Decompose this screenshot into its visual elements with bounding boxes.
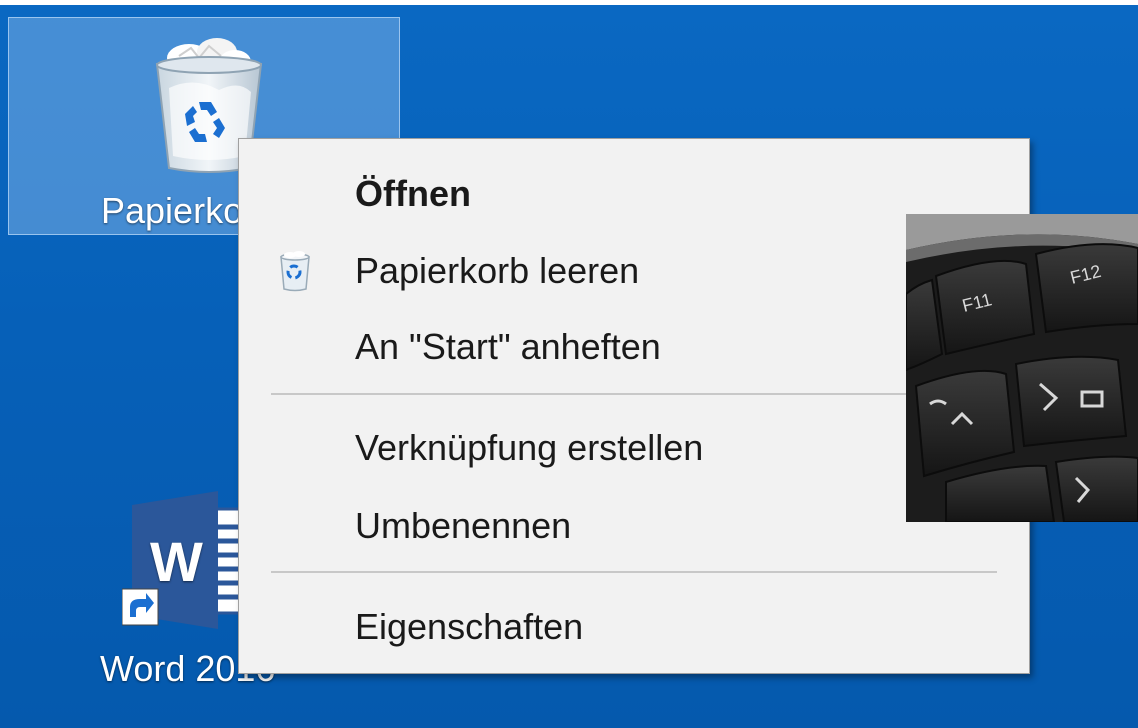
menu-item-label: Verknüpfung erstellen xyxy=(355,427,704,468)
menu-item-label: Papierkorb leeren xyxy=(355,250,640,291)
menu-item-label: Umbenennen xyxy=(355,505,572,546)
menu-item-label: An "Start" anheften xyxy=(355,326,661,367)
menu-item-properties[interactable]: Eigenschaften xyxy=(239,590,1029,664)
menu-separator xyxy=(271,571,997,573)
menu-item-label: Eigenschaften xyxy=(355,606,584,647)
recycle-bin-icon xyxy=(273,249,317,293)
keyboard-photo: F11 F12 xyxy=(906,214,1138,522)
menu-item-label: Öffnen xyxy=(355,173,471,214)
menu-separator xyxy=(271,393,997,395)
svg-text:W: W xyxy=(150,530,203,593)
